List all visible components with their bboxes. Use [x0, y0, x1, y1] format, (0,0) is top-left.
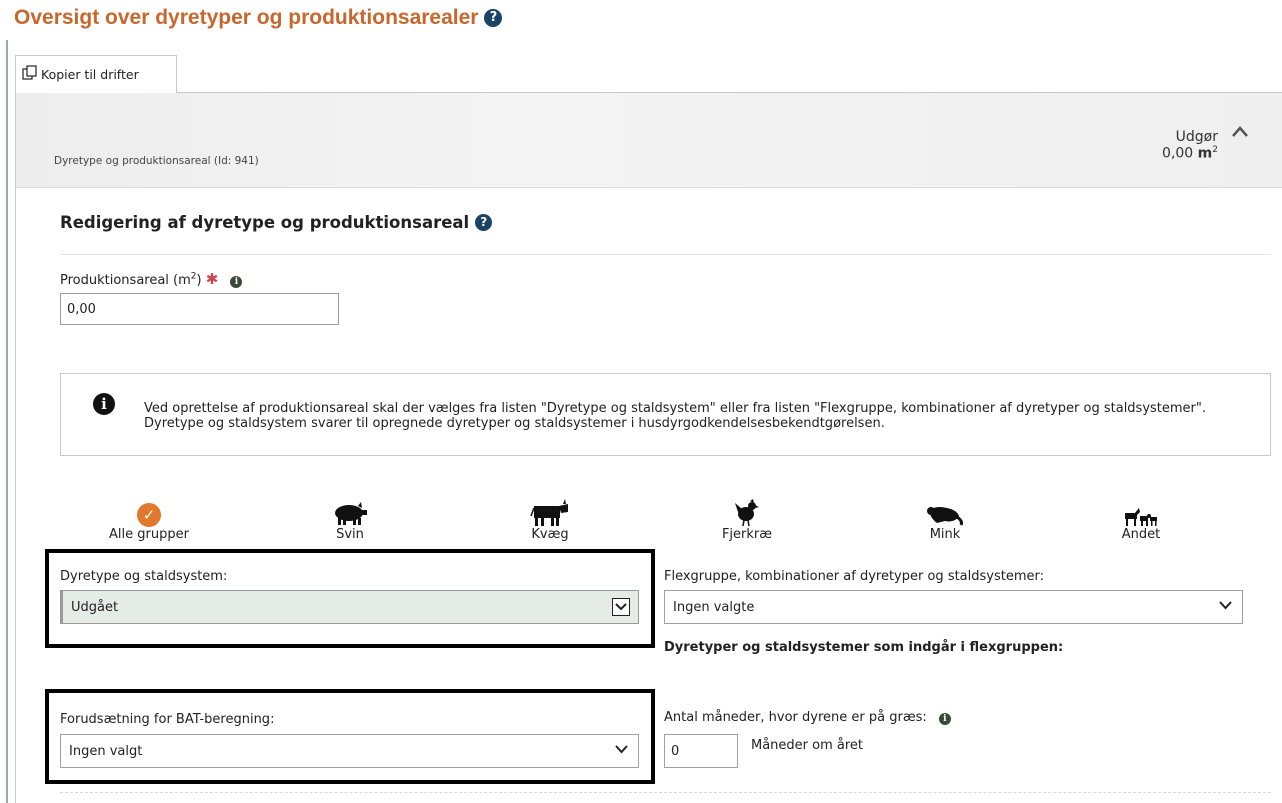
group-label: Kvæg: [531, 527, 569, 542]
usage-label: Udgør: [1175, 129, 1218, 145]
bat-select[interactable]: Ingen valgt: [60, 734, 639, 768]
tab-copy-to-farms[interactable]: Kopier til drifter: [15, 55, 177, 93]
section-title: Redigering af dyretype og produktionsare…: [60, 213, 493, 232]
group-other[interactable]: Andet: [1061, 497, 1221, 542]
chevron-up-icon[interactable]: [1231, 123, 1249, 141]
tab-label: Kopier til drifter: [41, 67, 139, 82]
animal-type-value: Udgået: [71, 599, 119, 615]
page-title-text: Oversigt over dyretyper og produktionsar…: [14, 6, 479, 29]
bat-value: Ingen valgt: [69, 743, 143, 759]
notice-text: Ved oprettelse af produktionsareal skal …: [144, 401, 1207, 431]
grazing-label: Antal måneder, hvor dyrene er på græs: i: [664, 710, 951, 725]
usage-value: 0,00 m2: [1162, 145, 1218, 162]
check-circle-icon: ✓: [137, 503, 161, 527]
left-border: [6, 40, 8, 803]
group-all[interactable]: ✓ Alle grupper: [69, 497, 229, 542]
divider: [60, 792, 1271, 793]
info-icon[interactable]: i: [938, 713, 951, 725]
group-label: Andet: [1121, 527, 1161, 542]
group-label: Mink: [929, 527, 961, 542]
bat-label: Forudsætning for BAT-beregning:: [60, 712, 275, 727]
group-pigs[interactable]: Svin: [270, 497, 430, 542]
animal-type-select[interactable]: Udgået: [60, 590, 639, 624]
grazing-months-input[interactable]: 0: [664, 734, 738, 768]
pig-icon: [335, 502, 367, 525]
area-input[interactable]: 0,00: [60, 293, 339, 325]
info-icon: i: [93, 393, 115, 415]
animal-type-label: Dyretype og staldsystem:: [60, 569, 228, 584]
group-label: Svin: [336, 527, 364, 542]
group-mink[interactable]: Mink: [865, 497, 1025, 542]
info-icon[interactable]: i: [230, 276, 243, 288]
summary-header[interactable]: Dyretype og produktionsareal (Id: 941) U…: [16, 93, 1282, 188]
record-id: Dyretype og produktionsareal (Id: 941): [54, 155, 259, 167]
grazing-unit: Måneder om året: [751, 738, 864, 753]
info-notice: i Ved oprettelse af produktionsareal ska…: [60, 373, 1271, 456]
page-title: Oversigt over dyretyper og produktionsar…: [14, 6, 503, 30]
group-cattle[interactable]: Kvæg: [470, 497, 630, 542]
cow-icon: [530, 499, 568, 526]
chevron-down-icon[interactable]: [612, 598, 630, 616]
divider: [60, 254, 1271, 255]
flex-group-value: Ingen valgte: [673, 599, 755, 615]
required-icon: ✱: [205, 270, 219, 288]
group-label: Alle grupper: [109, 527, 189, 542]
group-label: Fjerkræ: [721, 527, 773, 542]
copy-icon: [22, 65, 37, 84]
group-poultry[interactable]: Fjerkræ: [667, 497, 827, 542]
chicken-icon: [735, 499, 759, 527]
chevron-down-icon[interactable]: [615, 745, 628, 754]
help-icon[interactable]: ?: [484, 9, 503, 27]
other-animals-icon: [1125, 508, 1157, 526]
help-icon[interactable]: ?: [475, 214, 493, 231]
chevron-down-icon[interactable]: [1219, 601, 1232, 610]
mink-icon: [927, 507, 963, 526]
flex-included-label: Dyretyper og staldsystemer som indgår i …: [664, 640, 1064, 655]
flex-group-select[interactable]: Ingen valgte: [664, 590, 1243, 624]
area-label: Produktionsareal (m2) ✱ i: [60, 270, 243, 288]
flex-group-label: Flexgruppe, kombinationer af dyretyper o…: [664, 569, 1045, 584]
